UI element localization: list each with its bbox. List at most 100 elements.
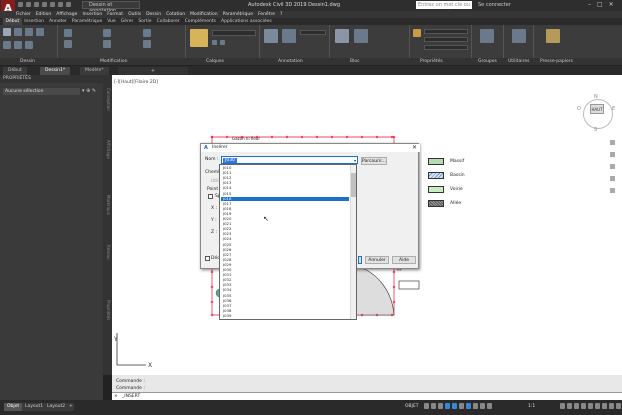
- layer-properties-icon[interactable]: [190, 29, 208, 47]
- side-tab-network[interactable]: Réseau: [104, 245, 111, 275]
- ribbon-panel-label-6[interactable]: Groupes: [478, 58, 497, 65]
- menu-item-0[interactable]: Fichier: [16, 11, 31, 18]
- layer-dropdown[interactable]: [212, 30, 256, 36]
- ribbon-tab-5[interactable]: Gérer: [118, 18, 136, 25]
- side-tab-display[interactable]: Affichage: [104, 140, 111, 170]
- save-icon[interactable]: [34, 2, 39, 7]
- ribbon-panel-label-1[interactable]: Modification: [100, 58, 127, 65]
- ribbon-tab-4[interactable]: Vue: [105, 18, 118, 25]
- command-input[interactable]: × _INSERT: [112, 392, 622, 400]
- doc-tab-start[interactable]: Début: [3, 67, 27, 75]
- dropdown-option[interactable]: J020: [221, 216, 349, 221]
- search-input[interactable]: Entrez un mot clé ou une expression: [416, 1, 472, 16]
- maximize-icon[interactable]: □: [597, 1, 603, 8]
- annotation-monitor-icon[interactable]: [567, 403, 572, 409]
- ribbon-panel-label-0[interactable]: Dessin: [20, 58, 35, 65]
- add-layout-button[interactable]: +: [66, 403, 74, 411]
- new-tab-button[interactable]: +: [118, 67, 188, 75]
- dropdown-option[interactable]: J018: [221, 206, 349, 211]
- dropdown-option[interactable]: J027: [221, 252, 349, 257]
- paste-icon[interactable]: [546, 29, 560, 43]
- viewport-controls[interactable]: [-][Haut][Filaire 2D]: [114, 80, 158, 85]
- menu-item-5[interactable]: Outils: [128, 11, 141, 18]
- create-block-icon[interactable]: [354, 29, 368, 43]
- viewcube-west[interactable]: O: [577, 106, 581, 112]
- hardware-acceleration-icon[interactable]: [602, 403, 607, 409]
- menu-item-2[interactable]: Affichage: [56, 11, 77, 18]
- side-tab-materials[interactable]: Matériaux: [104, 195, 111, 225]
- layout-tab-model[interactable]: Objet: [4, 403, 23, 411]
- undo-icon[interactable]: [58, 2, 63, 7]
- ribbon-tab-3[interactable]: Paramétrique: [69, 18, 104, 25]
- side-tab-properties[interactable]: Propriétés: [104, 300, 111, 330]
- save-as-icon[interactable]: [42, 2, 47, 7]
- workspace-selector[interactable]: Dessin et annotation: [82, 1, 140, 14]
- annotation-style-dropdown[interactable]: [300, 30, 326, 35]
- dropdown-option[interactable]: J030: [221, 267, 349, 272]
- orbit-icon[interactable]: [610, 176, 615, 181]
- units-icon[interactable]: [574, 403, 579, 409]
- zoom-icon[interactable]: [610, 164, 615, 169]
- ortho-icon[interactable]: [438, 403, 443, 409]
- dropdown-option[interactable]: J029: [221, 262, 349, 267]
- rectangle-icon[interactable]: [3, 41, 11, 49]
- dropdown-option[interactable]: J025: [221, 242, 349, 247]
- lineweight-dropdown[interactable]: [424, 45, 468, 50]
- dropdown-option[interactable]: J015: [221, 191, 349, 196]
- menu-item-8[interactable]: Modification: [190, 11, 217, 18]
- block-name-combo[interactable]: J030 ▾: [221, 156, 358, 164]
- sign-in-link[interactable]: Se connecter: [478, 2, 511, 8]
- workspace-icon[interactable]: [560, 403, 565, 409]
- ribbon-panel-label-4[interactable]: Bloc: [350, 58, 360, 65]
- rotate-icon[interactable]: [103, 29, 111, 37]
- dropdown-option[interactable]: J010: [221, 165, 349, 170]
- lineweight-icon[interactable]: [466, 403, 471, 409]
- osnap-icon[interactable]: [452, 403, 457, 409]
- browse-button[interactable]: Parcourir...: [361, 157, 387, 165]
- viewcube-face[interactable]: HAUT: [590, 104, 604, 114]
- layout-tab-2[interactable]: Layout2: [44, 403, 69, 411]
- otrack-icon[interactable]: [459, 403, 464, 409]
- stretch-icon[interactable]: [143, 40, 151, 48]
- dropdown-option[interactable]: J031: [221, 272, 349, 277]
- ribbon-panel-label-2[interactable]: Calques: [206, 58, 224, 65]
- dropdown-option[interactable]: J028: [221, 257, 349, 262]
- dropdown-option[interactable]: J037: [221, 303, 349, 308]
- dropdown-option[interactable]: J032: [221, 277, 349, 282]
- menu-item-3[interactable]: Insertion: [82, 11, 102, 18]
- clean-screen-icon[interactable]: [609, 403, 614, 409]
- dropdown-option[interactable]: J017: [221, 201, 349, 206]
- ok-button[interactable]: [358, 256, 362, 264]
- layer-lock-icon[interactable]: [220, 40, 225, 45]
- lock-ui-icon[interactable]: [588, 403, 593, 409]
- dropdown-option[interactable]: J038: [221, 308, 349, 313]
- polyline-icon[interactable]: [14, 28, 22, 36]
- open-icon[interactable]: [26, 2, 31, 7]
- menu-item-11[interactable]: ?: [280, 11, 282, 18]
- ribbon-panel-label-8[interactable]: Presse-papiers: [540, 58, 573, 65]
- side-tab-design[interactable]: Conception: [104, 88, 111, 118]
- ribbon-panel-label-5[interactable]: Propriétés: [420, 58, 443, 65]
- chevron-down-icon[interactable]: ▾: [354, 158, 356, 163]
- layout-tab-1[interactable]: Layout1: [22, 403, 47, 411]
- dimension-icon[interactable]: [282, 29, 296, 43]
- ribbon-tab-8[interactable]: Compléments: [182, 18, 218, 25]
- grid-icon[interactable]: [424, 403, 429, 409]
- showmotion-icon[interactable]: [610, 188, 615, 193]
- block-name-dropdown-list[interactable]: J010 J011 J012 J013 J014 J015 J016 J017 J018 J019…: [219, 164, 357, 320]
- ribbon-tab-2[interactable]: Annoter: [46, 18, 69, 25]
- model-space-indicator[interactable]: OBJET: [405, 404, 419, 409]
- transparency-icon[interactable]: [473, 403, 478, 409]
- dropdown-option[interactable]: J023: [221, 232, 349, 236]
- group-icon[interactable]: [480, 29, 494, 43]
- customization-icon[interactable]: [616, 403, 621, 409]
- quick-select-icon[interactable]: ▾ ⊕ ✎: [82, 88, 96, 94]
- color-icon[interactable]: [413, 29, 421, 37]
- menu-item-1[interactable]: Edition: [36, 11, 52, 18]
- doc-tab-model[interactable]: Modèle*: [80, 67, 109, 75]
- menu-item-9[interactable]: Paramétrique: [223, 11, 253, 18]
- specify-onscreen-checkbox[interactable]: [208, 194, 213, 199]
- ribbon-panel-label-7[interactable]: Utilitaires: [508, 58, 529, 65]
- dropdown-option[interactable]: J012: [221, 175, 349, 180]
- minimize-icon[interactable]: –: [588, 1, 591, 8]
